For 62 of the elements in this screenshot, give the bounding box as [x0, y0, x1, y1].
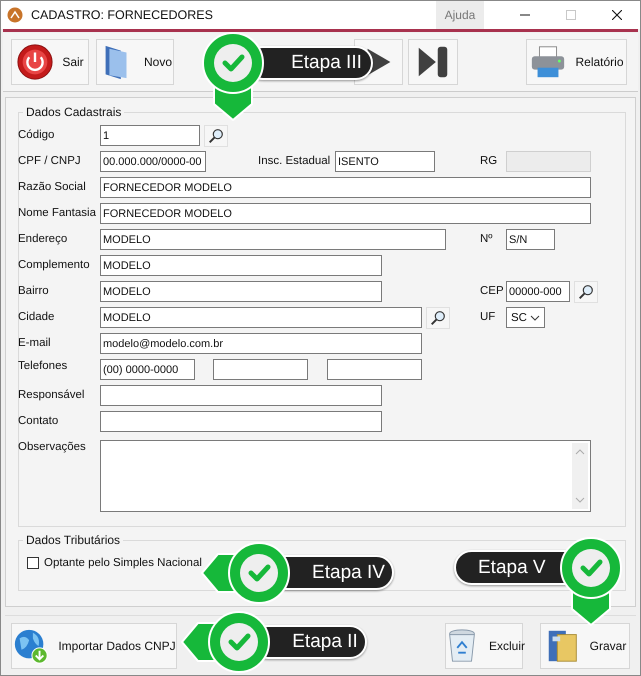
input-field[interactable] — [100, 385, 382, 406]
field-label: E-mail — [18, 336, 52, 351]
field-label: Razão Social — [18, 180, 87, 195]
input-field[interactable] — [213, 359, 308, 380]
field-label: Telefones — [18, 359, 68, 373]
field-label: Bairro — [18, 284, 50, 299]
field-label: CEP — [480, 284, 505, 299]
close-icon[interactable] — [612, 10, 622, 20]
field-label: Cidade — [18, 310, 56, 325]
input-field[interactable]: MODELO — [100, 229, 446, 250]
action-button[interactable]: Importar Dados CNPJ — [11, 623, 177, 669]
field-label: Código — [18, 128, 56, 143]
search-button[interactable] — [204, 125, 228, 147]
field-label: Contato — [18, 414, 60, 429]
group-title: Dados Cadastrais — [25, 105, 122, 119]
field-label: Insc. Estadual — [258, 154, 332, 169]
input-field[interactable]: 00000-000 — [506, 281, 570, 302]
group-title: Dados Tributários — [25, 533, 122, 547]
search-icon — [429, 309, 447, 327]
search-icon — [207, 127, 225, 145]
field-label: CPF / CNPJ — [18, 154, 82, 169]
input-field[interactable]: S/N — [506, 229, 555, 250]
input-field[interactable] — [100, 411, 382, 432]
input-field[interactable]: ISENTO — [335, 151, 435, 172]
power-icon — [16, 43, 54, 81]
notes-field[interactable] — [100, 440, 591, 512]
toolbar-button[interactable]: Sair — [11, 39, 89, 85]
checkbox-label: Optante pelo Simples Nacional — [44, 557, 202, 569]
field-label: RG — [480, 154, 498, 169]
field-label: Complemento — [18, 258, 91, 273]
input-field[interactable]: 1 — [100, 125, 200, 146]
input-field[interactable]: FORNECEDOR MODELO — [100, 177, 591, 198]
field-label: Nome Fantasia — [18, 206, 97, 221]
action-button[interactable]: Gravar — [540, 623, 630, 669]
nav-button[interactable] — [408, 39, 458, 85]
input-field[interactable]: (00) 0000-0000 — [100, 359, 195, 380]
state-dropdown[interactable]: SC — [506, 307, 545, 328]
search-button[interactable] — [426, 307, 450, 329]
search-button[interactable] — [574, 281, 598, 303]
input-field[interactable] — [327, 359, 422, 380]
field-label: Observações — [18, 440, 87, 454]
input-field[interactable]: MODELO — [100, 307, 422, 328]
input-field[interactable]: MODELO — [100, 281, 382, 302]
input-field[interactable]: modelo@modelo.com.br — [100, 333, 422, 354]
checkbox[interactable] — [27, 557, 39, 569]
toolbar-button[interactable]: Relatório — [526, 39, 627, 85]
app-logo-icon — [7, 7, 23, 23]
help-menu[interactable]: Ajuda — [436, 1, 484, 29]
window-title: CADASTRO: FORNECEDORES — [31, 8, 213, 22]
chevron-down-icon — [530, 314, 540, 320]
globe-icon — [12, 627, 50, 665]
search-icon — [577, 283, 595, 301]
field-label: Endereço — [18, 232, 68, 247]
action-button[interactable]: Excluir — [445, 623, 523, 669]
maximize-icon — [566, 10, 576, 20]
toolbar-button[interactable]: Novo — [96, 39, 174, 85]
field-label: Responsável — [18, 388, 86, 403]
input-field[interactable]: MODELO — [100, 255, 382, 276]
field-label: Nº — [480, 232, 494, 247]
input-field[interactable]: FORNECEDOR MODELO — [100, 203, 591, 224]
field-label: UF — [480, 310, 496, 325]
input-field[interactable]: 00.000.000/0000-00 — [100, 151, 206, 172]
